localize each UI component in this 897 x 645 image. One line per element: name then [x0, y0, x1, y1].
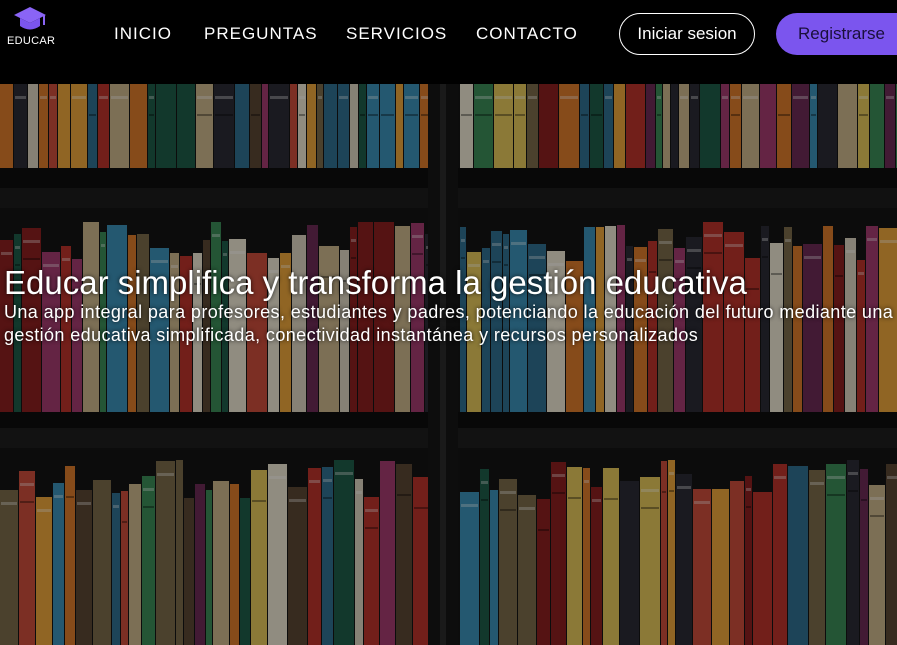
hero-section: Educar simplifica y transforma la gestió…: [0, 84, 897, 645]
site-header: EDUCAR INICIO PREGUNTAS SERVICIOS CONTAC…: [0, 0, 897, 84]
hero-title: Educar simplifica y transforma la gestió…: [4, 264, 747, 301]
login-button[interactable]: Iniciar sesion: [619, 13, 755, 55]
nav-link-contacto[interactable]: CONTACTO: [476, 24, 578, 44]
register-button[interactable]: Registrarse: [776, 13, 897, 55]
nav-link-preguntas[interactable]: PREGUNTAS: [204, 24, 318, 44]
nav-link-servicios[interactable]: SERVICIOS: [346, 24, 447, 44]
graduation-cap-icon: [14, 7, 46, 30]
hero-text-block: Educar simplifica y transforma la gestió…: [4, 265, 894, 347]
logo[interactable]: EDUCAR: [6, 6, 58, 50]
hero-subtitle: Una app integral para profesores, estudi…: [4, 302, 894, 345]
hero-overlay: [0, 84, 897, 645]
nav-link-inicio[interactable]: INICIO: [114, 24, 172, 44]
brand-name: EDUCAR: [7, 35, 56, 47]
